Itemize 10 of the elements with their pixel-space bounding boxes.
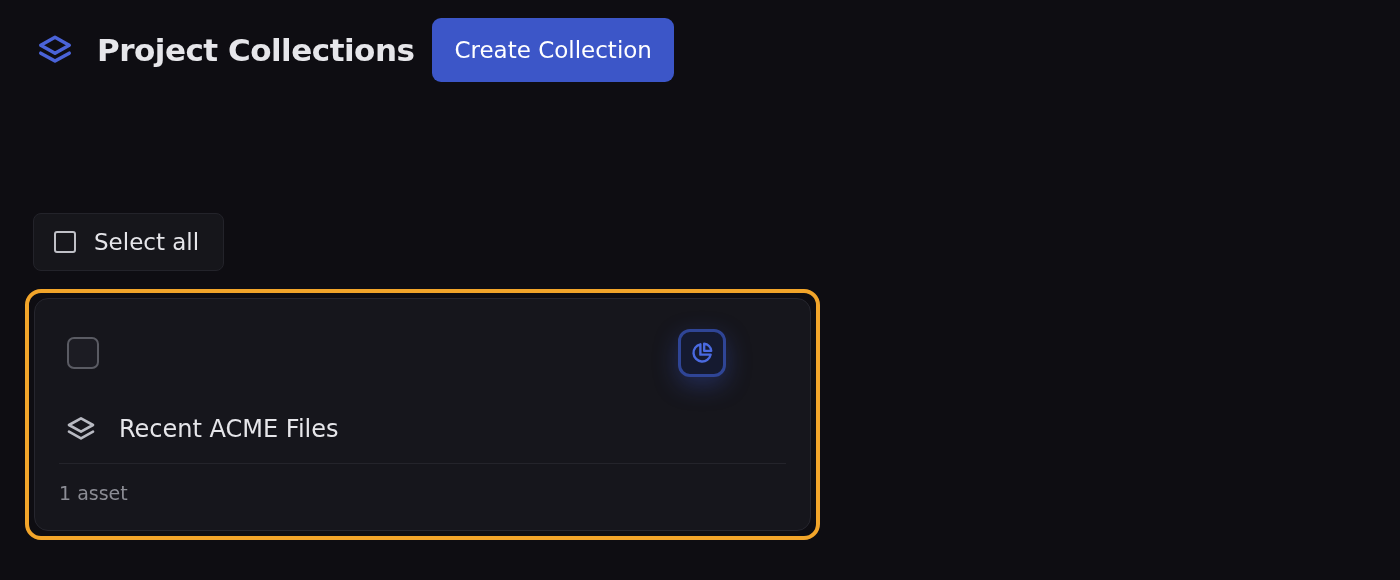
chart-button[interactable]	[678, 329, 726, 377]
page-title: Project Collections	[97, 32, 415, 68]
checkbox[interactable]	[54, 231, 76, 253]
collection-name: Recent ACME Files	[119, 415, 339, 443]
pie-chart-icon	[689, 340, 715, 366]
checkbox[interactable]	[67, 337, 99, 369]
create-collection-button[interactable]: Create Collection	[432, 18, 674, 82]
asset-count: 1 asset	[59, 482, 128, 504]
select-all-button[interactable]: Select all	[33, 213, 225, 271]
collection-card[interactable]: Recent ACME Files 1 asset	[34, 298, 811, 531]
